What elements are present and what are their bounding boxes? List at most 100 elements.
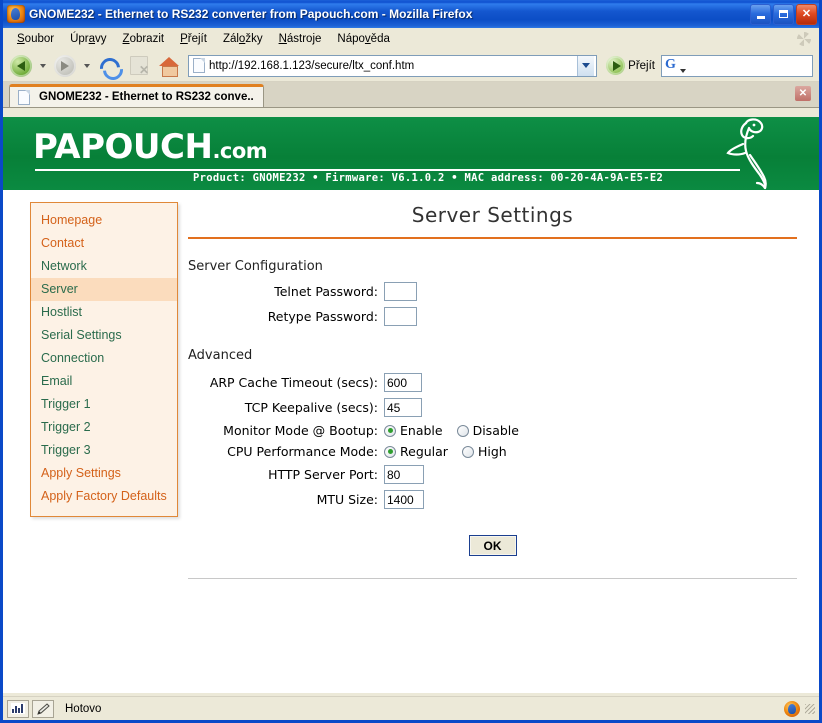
minimize-button[interactable]	[750, 4, 771, 25]
navigation-toolbar: http://192.168.1.123/secure/ltx_conf.htm…	[3, 50, 819, 82]
monitor-mode-enable-radio[interactable]	[384, 425, 396, 437]
window-title: GNOME232 - Ethernet to RS232 converter f…	[29, 7, 750, 21]
search-bar[interactable]: G	[661, 55, 813, 77]
retype-password-label: Retype Password:	[188, 309, 384, 324]
site-logo: PAPOUCH.com	[33, 127, 267, 167]
home-button[interactable]	[155, 53, 183, 79]
form-actions: OK	[188, 535, 797, 556]
mtu-size-label: MTU Size:	[188, 492, 384, 507]
menu-soubor-label: oubor	[25, 33, 54, 45]
firefox-icon	[7, 5, 25, 23]
arp-cache-timeout-input[interactable]	[384, 373, 422, 392]
sidebar-item-trigger-1[interactable]: Trigger 1	[31, 393, 177, 416]
stop-icon	[130, 56, 148, 75]
status-bar: Hotovo	[3, 696, 819, 720]
menu-prejit[interactable]: Přejít	[172, 31, 215, 47]
page-viewport: PAPOUCH.com Product: GNOME232 • Firmware…	[3, 117, 819, 693]
sidebar-item-trigger-2[interactable]: Trigger 2	[31, 416, 177, 439]
forward-history-caret-icon[interactable]	[84, 64, 90, 68]
page-title: Server Settings	[188, 203, 797, 227]
sidebar-item-apply-factory-defaults[interactable]: Apply Factory Defaults	[31, 485, 177, 508]
cpu-mode-high-radio[interactable]	[462, 446, 474, 458]
back-history-caret-icon[interactable]	[40, 64, 46, 68]
url-dropdown-button[interactable]	[577, 56, 594, 76]
cpu-performance-mode-label: CPU Performance Mode:	[188, 444, 384, 459]
row-cpu-performance-mode: CPU Performance Mode: Regular High	[188, 444, 797, 459]
cpu-mode-high-label: High	[478, 444, 507, 459]
tab-gnome232[interactable]: GNOME232 - Ethernet to RS232 conve...	[9, 84, 264, 107]
go-arrow-icon	[606, 56, 625, 75]
url-bar[interactable]: http://192.168.1.123/secure/ltx_conf.htm	[188, 55, 597, 77]
logo-main: PAPOUCH	[33, 127, 212, 167]
search-engine-caret-icon[interactable]	[680, 69, 686, 73]
tcp-keepalive-label: TCP Keepalive (secs):	[188, 400, 384, 415]
menu-upravy[interactable]: Úpravy	[62, 31, 114, 47]
telnet-password-input[interactable]	[384, 282, 417, 301]
parrot-logo-icon	[702, 117, 797, 190]
firefox-window: GNOME232 - Ethernet to RS232 converter f…	[0, 0, 822, 723]
sidebar-item-serial-settings[interactable]: Serial Settings	[31, 324, 177, 347]
row-arp-cache-timeout: ARP Cache Timeout (secs):	[188, 373, 797, 392]
section-advanced: Advanced	[188, 348, 797, 363]
pen-icon[interactable]	[32, 700, 54, 718]
mtu-size-input[interactable]	[384, 490, 424, 509]
device-info: Product: GNOME232 • Firmware: V6.1.0.2 •…	[193, 172, 663, 184]
main-content: Server Settings Server Configuration Tel…	[178, 190, 819, 579]
url-input[interactable]: http://192.168.1.123/secure/ltx_conf.htm	[209, 60, 577, 72]
sidebar-item-trigger-3[interactable]: Trigger 3	[31, 439, 177, 462]
tcp-keepalive-input[interactable]	[384, 398, 422, 417]
sidebar-item-email[interactable]: Email	[31, 370, 177, 393]
window-titlebar: GNOME232 - Ethernet to RS232 converter f…	[3, 0, 819, 28]
row-monitor-mode: Monitor Mode @ Bootup: Enable Disable	[188, 423, 797, 438]
cpu-mode-regular-label: Regular	[400, 444, 448, 459]
ok-button[interactable]: OK	[469, 535, 517, 556]
sidebar-item-hostlist[interactable]: Hostlist	[31, 301, 177, 324]
tab-close-button[interactable]: ✕	[795, 86, 811, 101]
menu-napoveda[interactable]: Nápověda	[329, 31, 397, 47]
menu-zalozky[interactable]: Záložky	[215, 31, 271, 47]
chart-icon[interactable]	[7, 700, 29, 718]
stop-button[interactable]	[125, 53, 153, 79]
status-text: Hotovo	[65, 703, 784, 715]
reload-button[interactable]	[95, 53, 123, 79]
cpu-mode-radio-group: Regular High	[384, 444, 517, 459]
back-arrow-icon	[10, 55, 32, 77]
monitor-mode-enable-label: Enable	[400, 423, 443, 438]
menu-zobrazit[interactable]: Zobrazit	[115, 31, 173, 47]
close-button[interactable]: ✕	[796, 4, 817, 25]
sidebar-item-contact[interactable]: Contact	[31, 232, 177, 255]
window-controls: ✕	[750, 4, 817, 25]
http-server-port-input[interactable]	[384, 465, 424, 484]
retype-password-input[interactable]	[384, 307, 417, 326]
firefox-status-icon[interactable]	[784, 701, 800, 717]
go-button[interactable]: Přejít	[602, 56, 659, 75]
throbber-icon	[797, 32, 811, 46]
tab-favicon-icon	[18, 90, 30, 105]
page-document-icon	[193, 58, 205, 73]
tab-strip: GNOME232 - Ethernet to RS232 conve... ✕	[3, 82, 819, 108]
forward-arrow-icon	[54, 55, 76, 77]
monitor-mode-disable-label: Disable	[473, 423, 519, 438]
forward-button[interactable]	[51, 53, 79, 79]
http-server-port-label: HTTP Server Port:	[188, 467, 384, 482]
sidebar-item-homepage[interactable]: Homepage	[31, 209, 177, 232]
sidebar-item-network[interactable]: Network	[31, 255, 177, 278]
monitor-mode-radio-group: Enable Disable	[384, 423, 529, 438]
sidebar-item-server[interactable]: Server	[31, 278, 177, 301]
telnet-password-label: Telnet Password:	[188, 284, 384, 299]
cpu-mode-regular-radio[interactable]	[384, 446, 396, 458]
menu-bar: Soubor Úpravy Zobrazit Přejít Záložky Ná…	[3, 28, 819, 50]
resize-grip[interactable]	[805, 704, 815, 714]
row-http-server-port: HTTP Server Port:	[188, 465, 797, 484]
footer-divider	[188, 578, 797, 579]
sidebar-item-apply-settings[interactable]: Apply Settings	[31, 462, 177, 485]
sidebar-item-connection[interactable]: Connection	[31, 347, 177, 370]
maximize-button[interactable]	[773, 4, 794, 25]
back-button[interactable]	[7, 53, 35, 79]
row-retype-password: Retype Password:	[188, 307, 797, 326]
row-telnet-password: Telnet Password:	[188, 282, 797, 301]
banner-divider	[35, 169, 740, 171]
menu-soubor[interactable]: Soubor	[9, 31, 62, 47]
monitor-mode-disable-radio[interactable]	[457, 425, 469, 437]
menu-nastroje[interactable]: Nástroje	[271, 31, 330, 47]
